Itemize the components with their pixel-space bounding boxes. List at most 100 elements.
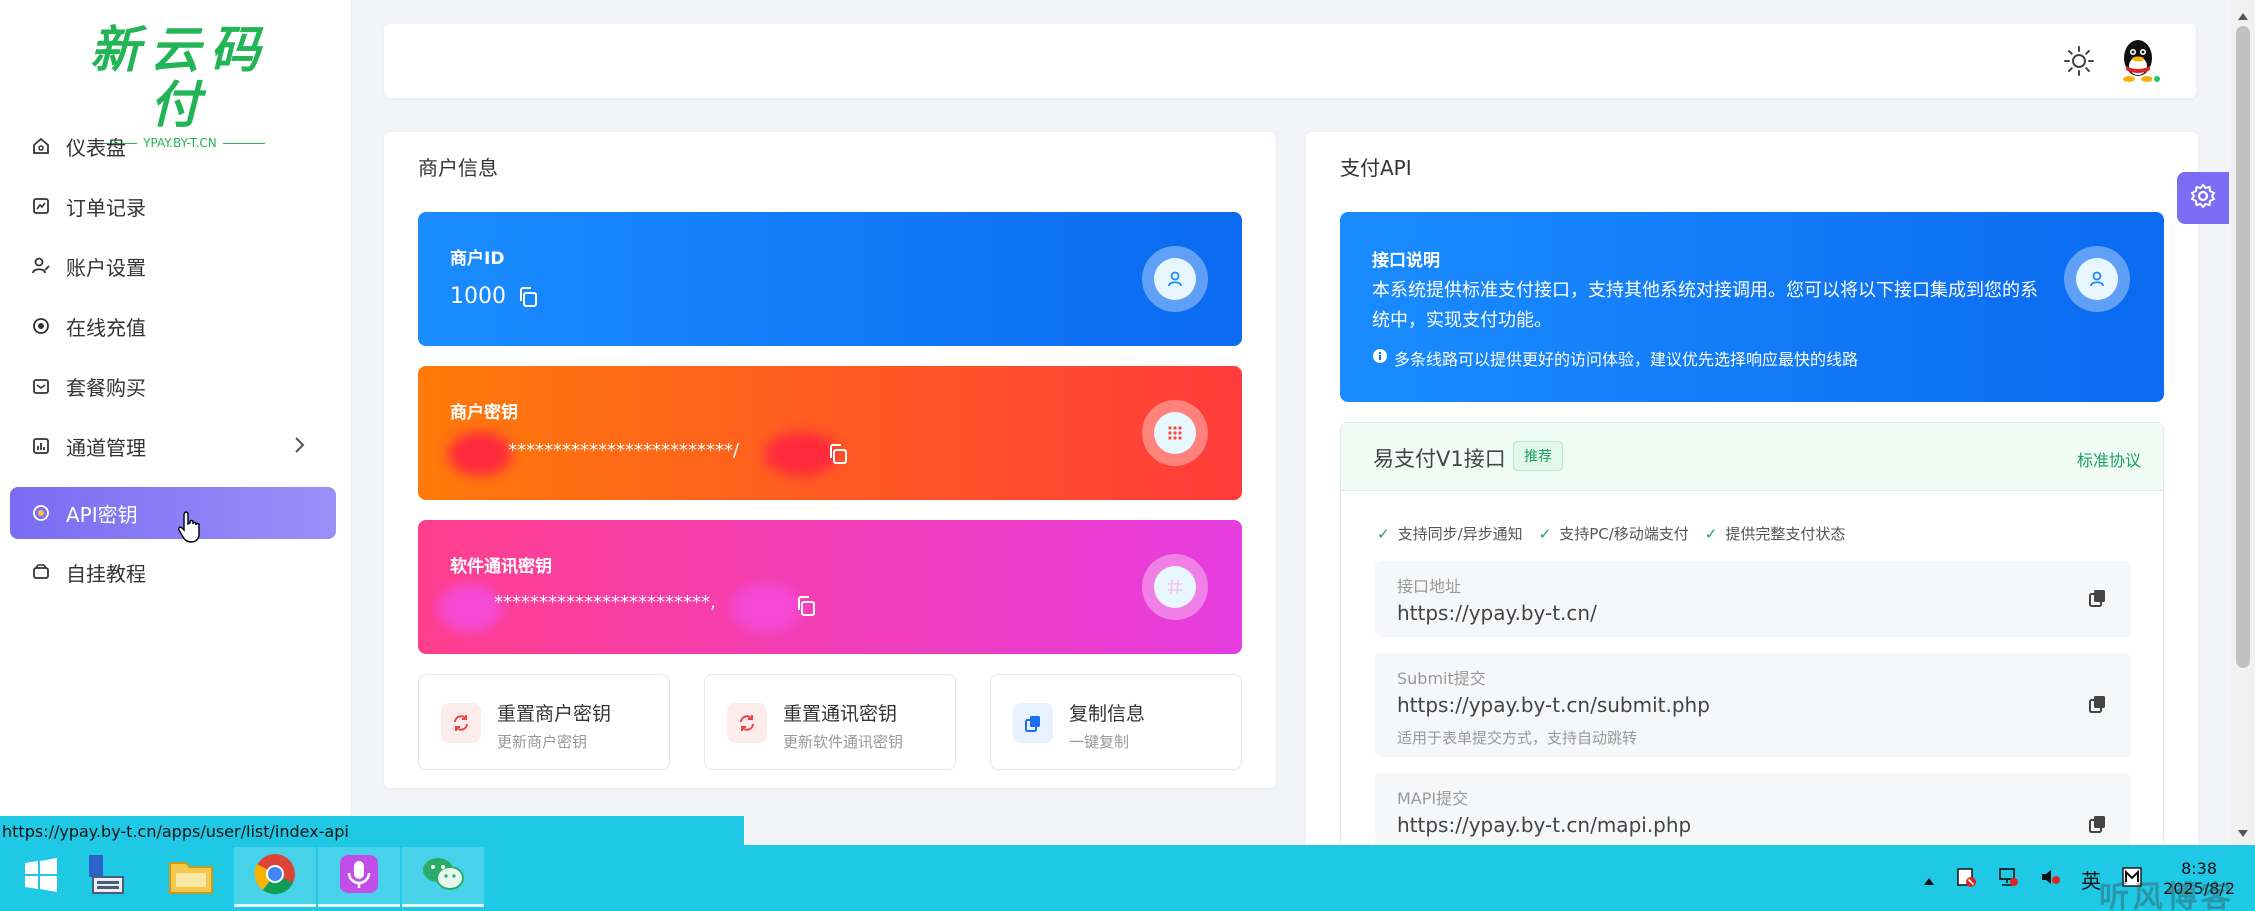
panel-title: 商户信息 xyxy=(418,156,498,180)
copy-icon[interactable] xyxy=(516,285,540,309)
sidebar-item-label: 账户设置 xyxy=(66,255,146,280)
merchant-id-card: 商户ID 1000 xyxy=(418,212,1242,346)
sidebar-item-dashboard[interactable]: 仪表盘 xyxy=(10,120,336,172)
user-icon xyxy=(2076,258,2118,300)
action-subtitle: 一键复制 xyxy=(1069,733,1130,751)
feature-item: 支持PC/移动端支付 xyxy=(1559,525,1689,543)
feature-item: 支持同步/异步通知 xyxy=(1397,525,1523,543)
copy-icon xyxy=(1013,703,1053,743)
volume-muted-icon[interactable] xyxy=(2039,866,2061,893)
sidebar-item-label: 仪表盘 xyxy=(66,135,126,160)
taskbar-app-wechat[interactable] xyxy=(402,847,484,907)
payment-api-panel: 支付API 接口说明 本系统提供标准支付接口，支持其他系统对接调用。您可以将以下… xyxy=(1306,132,2198,862)
gear-icon xyxy=(2189,182,2217,214)
reset-merchant-key-button[interactable]: 重置商户密钥 更新商户密钥 xyxy=(418,674,670,770)
comm-key-label: 软件通讯密钥 xyxy=(450,557,552,577)
redacted-blur xyxy=(448,432,512,476)
chrome-icon xyxy=(253,852,297,900)
taskbar-app-chrome[interactable] xyxy=(234,847,316,907)
api-info-card: 接口说明 本系统提供标准支付接口，支持其他系统对接调用。您可以将以下接口集成到您… xyxy=(1340,212,2164,402)
check-icon: ✓ xyxy=(1377,524,1390,543)
merchant-key-value: *************************/ xyxy=(508,440,740,461)
copy-icon[interactable] xyxy=(826,442,850,466)
wechat-icon xyxy=(420,854,466,898)
sidebar-item-api-keys[interactable]: API密钥 xyxy=(10,487,336,539)
sidebar-item-channels[interactable]: 通道管理 xyxy=(10,420,336,472)
taskbar-app-server-manager[interactable] xyxy=(66,847,148,907)
refresh-icon xyxy=(441,703,481,743)
security-icon[interactable] xyxy=(1955,866,1977,893)
feature-list: ✓ 支持同步/异步通知 ✓ 支持PC/移动端支付 ✓ 提供完整支付状态 xyxy=(1377,523,1845,544)
keypad-icon xyxy=(1154,412,1196,454)
sidebar: 新云码付 YPAY.BY-T.CN 仪表盘 订单记录 账户设置 在线充值 套餐购… xyxy=(0,0,352,845)
merchant-id-label: 商户ID xyxy=(450,249,505,269)
recommend-badge: 推荐 xyxy=(1513,441,1563,471)
top-bar xyxy=(384,24,2196,98)
comm-key-value: ************************, xyxy=(494,592,716,613)
sidebar-item-tutorial[interactable]: 自挂教程 xyxy=(10,546,336,598)
windows-icon xyxy=(23,857,59,897)
taskbar-app-voice[interactable] xyxy=(318,847,400,907)
redacted-blur xyxy=(732,584,802,632)
taskbar-app-file-explorer[interactable] xyxy=(150,847,232,907)
tray-expand-icon[interactable] xyxy=(1923,867,1935,891)
action-title: 复制信息 xyxy=(1069,703,1146,725)
hash-icon xyxy=(1154,566,1196,608)
watermark: 听风博客 xyxy=(2099,880,2235,911)
check-icon: ✓ xyxy=(1704,524,1718,543)
sidebar-item-packages[interactable]: 套餐购买 xyxy=(10,360,336,412)
scroll-down-icon[interactable] xyxy=(2237,824,2249,837)
copy-icon[interactable] xyxy=(794,594,818,618)
info-description: 本系统提供标准支付接口，支持其他系统对接调用。您可以将以下接口集成到您的系统中，… xyxy=(1372,280,2038,331)
network-icon[interactable] xyxy=(1997,866,2019,893)
check-icon: ✓ xyxy=(1538,524,1552,543)
user-edit-icon xyxy=(30,255,52,277)
status-url-bar: https://ypay.by-t.cn/apps/user/list/inde… xyxy=(0,816,744,846)
copy-icon[interactable] xyxy=(2087,813,2109,835)
folder-icon xyxy=(168,855,214,899)
sidebar-item-label: 订单记录 xyxy=(66,195,146,220)
field-label: 接口地址 xyxy=(1397,577,1462,596)
api-url-field: 接口地址 https://ypay.by-t.cn/ xyxy=(1375,561,2131,637)
epay-v1-box: 易支付V1接口 推荐 标准协议 ✓ 支持同步/异步通知 ✓ 支持PC/移动端支付 ✓… xyxy=(1340,422,2164,862)
sidebar-item-label: 自挂教程 xyxy=(66,561,146,586)
scrollbar-thumb[interactable] xyxy=(2236,26,2250,668)
sidebar-item-account[interactable]: 账户设置 xyxy=(10,240,336,292)
home-icon xyxy=(30,135,52,157)
reset-comm-key-button[interactable]: 重置通讯密钥 更新软件通讯密钥 xyxy=(704,674,956,770)
book-icon xyxy=(30,561,52,583)
copy-icon[interactable] xyxy=(2087,587,2109,609)
info-title: 接口说明 xyxy=(1372,251,1440,271)
field-label: Submit提交 xyxy=(1397,669,1486,688)
protocol-label: 标准协议 xyxy=(2076,451,2141,470)
scroll-up-icon[interactable] xyxy=(2237,6,2249,20)
theme-toggle-sun-icon[interactable] xyxy=(2062,44,2096,78)
action-subtitle: 更新软件通讯密钥 xyxy=(783,733,904,751)
field-label: MAPI提交 xyxy=(1397,789,1469,808)
bar-chart-icon xyxy=(30,435,52,457)
microphone-icon xyxy=(338,853,380,899)
key-icon xyxy=(30,502,52,524)
scrollbar[interactable] xyxy=(2231,0,2255,845)
field-value: https://ypay.by-t.cn/submit.php xyxy=(1397,693,1710,717)
merchant-info-panel: 商户信息 商户ID 1000 商户密钥 ********************… xyxy=(384,132,1276,788)
sidebar-item-recharge[interactable]: 在线充值 xyxy=(10,300,336,352)
field-value: https://ypay.by-t.cn/mapi.php xyxy=(1397,813,1692,837)
logo-text: 新云码付 xyxy=(90,20,270,134)
merchant-id-value: 1000 xyxy=(450,284,506,309)
api-box-title: 易支付V1接口 xyxy=(1373,447,1506,471)
chevron-right-icon xyxy=(288,434,310,456)
info-tip: 多条线路可以提供更好的访问体验，建议优先选择响应最快的线路 xyxy=(1394,350,1859,369)
copy-info-button[interactable]: 复制信息 一键复制 xyxy=(990,674,1242,770)
info-circle-icon xyxy=(1372,348,1388,368)
copy-icon[interactable] xyxy=(2087,693,2109,715)
settings-gear-button[interactable] xyxy=(2177,172,2229,224)
coin-icon xyxy=(30,315,52,337)
taskbar: 英 8:38 2025/8/2 xyxy=(0,845,2255,911)
merchant-key-label: 商户密钥 xyxy=(450,403,518,423)
field-note: 适用于表单提交方式，支持自动跳转 xyxy=(1397,729,1638,747)
sidebar-item-label: 套餐购买 xyxy=(66,375,146,400)
sidebar-item-orders[interactable]: 订单记录 xyxy=(10,180,336,232)
sidebar-item-label: 在线充值 xyxy=(66,315,146,340)
chart-icon xyxy=(30,195,52,217)
